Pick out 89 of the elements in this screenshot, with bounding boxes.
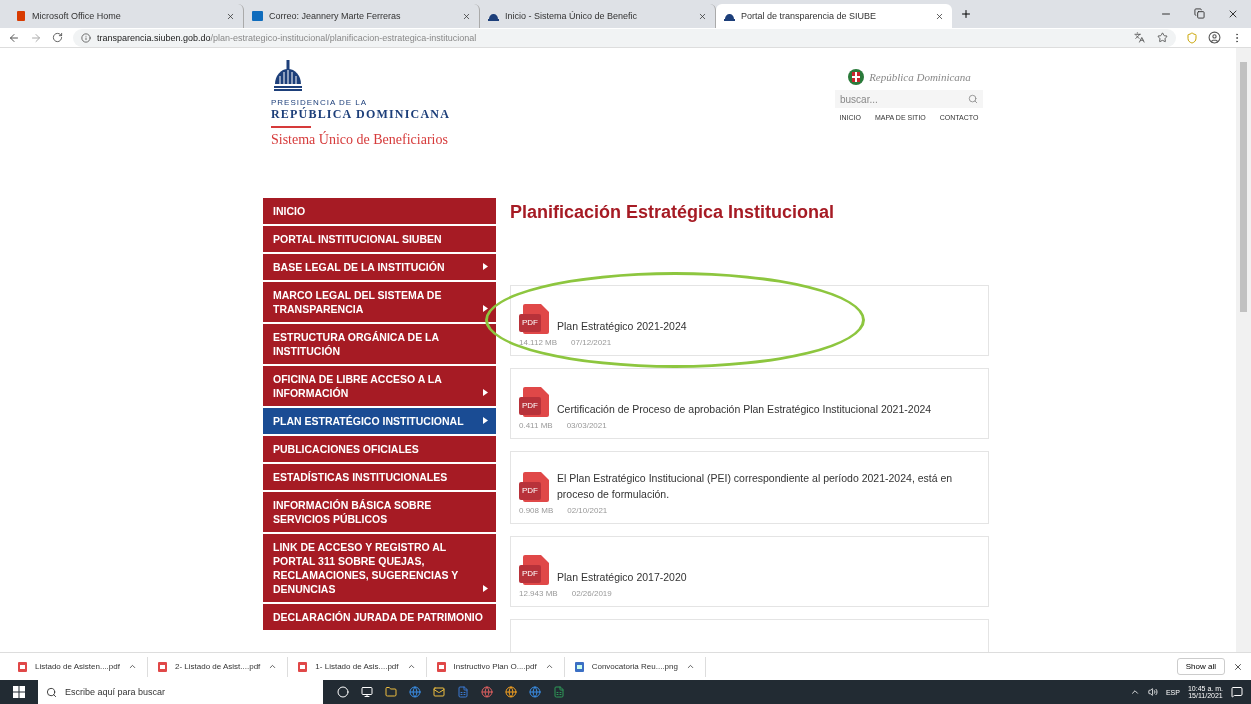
- download-item[interactable]: Listado de Asisten....pdf: [8, 656, 148, 677]
- file-size: 0.411 MB: [519, 421, 553, 430]
- coat-of-arms-icon: [847, 68, 866, 86]
- windows-logo-icon[interactable]: [13, 686, 25, 698]
- search-icon[interactable]: [968, 94, 978, 104]
- close-icon[interactable]: [935, 11, 944, 21]
- dome-icon: [724, 11, 735, 21]
- document-link[interactable]: Certificación de Proceso de aprobación Plan Estratégico Institucional 2021-2024: [557, 401, 980, 417]
- file-date: 02/10/2021: [567, 506, 608, 515]
- chevron-up-icon[interactable]: [544, 662, 554, 671]
- search-icon: [46, 686, 57, 698]
- close-icon[interactable]: [226, 11, 235, 21]
- sidebar-item[interactable]: PLAN ESTRATÉGICO INSTITUCIONAL: [263, 408, 496, 434]
- download-item[interactable]: 1- Listado de Asis....pdf: [288, 656, 427, 677]
- dome-logo-icon: [271, 58, 305, 92]
- chevron-up-icon[interactable]: [685, 662, 695, 671]
- document-link[interactable]: El Plan Estratégico Institucional (PEI) correspondiente al período 2021-2024, está en proceso de formulación.: [557, 470, 980, 502]
- site-subtitle: Sistema Único de Beneficiarios: [271, 132, 449, 148]
- sidebar-item[interactable]: INFORMACIÓN BÁSICA SOBRE SERVICIOS PÚBLICOS: [263, 492, 496, 532]
- url-text: transparencia.siuben.gob.do/plan-estrategico-institucional/planificacion-estrategica-institucional: [97, 32, 477, 43]
- chevron-up-icon[interactable]: [1129, 687, 1140, 697]
- pdf-file-icon: [436, 661, 446, 672]
- image-file-icon: [574, 661, 584, 672]
- pdf-file-icon: [298, 661, 308, 672]
- sidebar-item[interactable]: PUBLICACIONES OFICIALES: [263, 436, 496, 462]
- taskbar-search-field[interactable]: Escribe aquí para buscar: [38, 680, 323, 704]
- file-size: 0.908 MB: [519, 506, 554, 515]
- chevron-up-icon[interactable]: [127, 662, 137, 671]
- info-icon: [81, 32, 91, 43]
- file-date: 07/12/2021: [571, 338, 612, 347]
- scrollbar[interactable]: [1236, 48, 1251, 652]
- task-view-icon[interactable]: [361, 686, 373, 698]
- file-size: 12.943 MB: [519, 589, 558, 598]
- sidebar-item[interactable]: BASE LEGAL DE LA INSTITUCIÓN: [263, 254, 496, 280]
- document-link[interactable]: Plan Estratégico 2017-2020: [557, 569, 980, 585]
- new-tab-icon[interactable]: [960, 8, 972, 20]
- address-field[interactable]: transparencia.siuben.gob.do/plan-estrategico-institucional/planificacion-estrategica-institucional: [73, 28, 1176, 47]
- search-field[interactable]: buscar...: [835, 90, 983, 108]
- browser-tab[interactable]: Portal de transparencia de SIUBE: [716, 4, 952, 28]
- chevron-up-icon[interactable]: [268, 662, 278, 671]
- download-item[interactable]: Instructivo Plan O....pdf: [426, 656, 565, 677]
- show-all-button[interactable]: Show all: [1176, 658, 1225, 675]
- document-icon[interactable]: [457, 686, 469, 698]
- close-icon[interactable]: [1233, 661, 1243, 672]
- download-item[interactable]: 2- Listado de Asist....pdf: [147, 656, 289, 677]
- sidebar-item[interactable]: ESTRUCTURA ORGÁNICA DE LA INSTITUCIÓN: [263, 324, 496, 364]
- close-icon[interactable]: [462, 11, 471, 21]
- cortana-circle-icon[interactable]: [337, 686, 349, 698]
- globe-icon[interactable]: [505, 686, 517, 698]
- download-item[interactable]: Convocatoria Reu....png: [564, 656, 706, 677]
- sidebar-item[interactable]: OFICINA DE LIBRE ACCESO A LA INFORMACIÓN: [263, 366, 496, 406]
- dome-icon: [488, 11, 499, 21]
- folder-icon[interactable]: [385, 686, 397, 698]
- back-icon[interactable]: [8, 31, 20, 44]
- sidebar-item[interactable]: DECLARACIÓN JURADA DE PATRIMONIO: [263, 604, 496, 630]
- sidebar-item[interactable]: INICIO: [263, 198, 496, 224]
- logo-text: PRESIDENCIA DE LA: [271, 98, 369, 107]
- office-icon: [16, 11, 26, 21]
- translate-icon[interactable]: [1134, 32, 1145, 43]
- file-size: 14.112 MB: [519, 338, 558, 347]
- mail-icon: [252, 11, 263, 21]
- speaker-icon[interactable]: [1147, 687, 1158, 697]
- close-icon[interactable]: [1227, 8, 1239, 20]
- reload-icon[interactable]: [52, 32, 63, 43]
- page-title: Planificación Estratégica Institucional: [510, 202, 836, 223]
- browser-tab[interactable]: Microsoft Office Home: [8, 4, 244, 28]
- globe-icon[interactable]: [481, 686, 493, 698]
- file-date: 02/26/2019: [571, 589, 612, 598]
- sidebar-item[interactable]: ESTADÍSTICAS INSTITUCIONALES: [263, 464, 496, 490]
- mail-icon[interactable]: [433, 686, 445, 698]
- pdf-file-icon: [18, 661, 27, 672]
- notification-icon[interactable]: [1231, 686, 1243, 698]
- profile-icon[interactable]: [1208, 31, 1221, 44]
- chevron-up-icon[interactable]: [406, 662, 416, 671]
- close-icon[interactable]: [698, 11, 707, 21]
- sidebar-item[interactable]: LINK DE ACCESO Y REGISTRO AL PORTAL 311 SOBRE QUEJAS, RECLAMACIONES, SUGERENCIAS Y DENUNCIAS: [263, 534, 496, 602]
- sidebar-item[interactable]: MARCO LEGAL DEL SISTEMA DE TRANSPARENCIA: [263, 282, 496, 322]
- pdf-file-icon: [157, 661, 167, 672]
- country-name: República Dominicana: [869, 71, 971, 83]
- sidebar-item[interactable]: PORTAL INSTITUCIONAL SIUBEN: [263, 226, 496, 252]
- document-link[interactable]: Plan Estratégico 2021-2024: [557, 318, 980, 334]
- restore-icon[interactable]: [1194, 8, 1205, 19]
- browser-tab[interactable]: Correo: Jeannery Marte Ferreras: [244, 4, 480, 28]
- spreadsheet-icon[interactable]: [553, 686, 565, 698]
- star-icon[interactable]: [1157, 32, 1168, 43]
- logo-text: REPÚBLICA DOMINICANA: [271, 107, 450, 122]
- globe-icon[interactable]: [409, 686, 421, 698]
- globe-icon[interactable]: [529, 686, 541, 698]
- file-date: 03/03/2021: [566, 421, 607, 430]
